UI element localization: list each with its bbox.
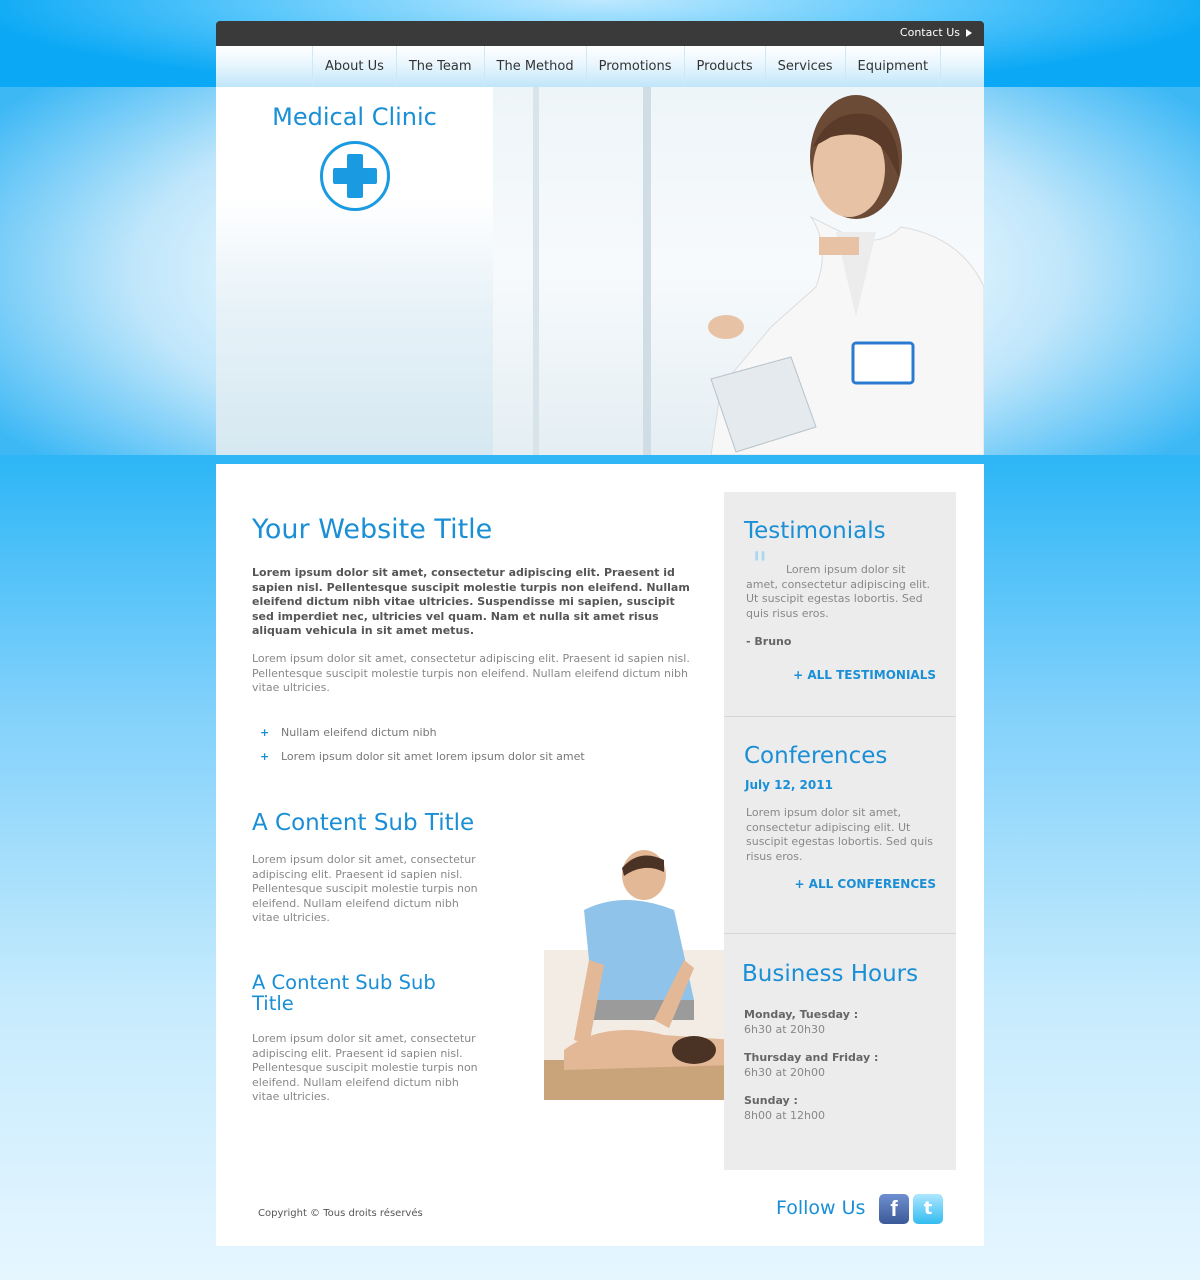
nav-item-promotions[interactable]: Promotions bbox=[587, 46, 685, 87]
contact-us-link[interactable]: Contact Us bbox=[900, 26, 972, 39]
brand-panel: Medical Clinic bbox=[216, 87, 493, 455]
hours-day: Sunday : bbox=[744, 1094, 798, 1107]
sub-sub-paragraph: Lorem ipsum dolor sit amet, consectetur … bbox=[252, 1032, 478, 1103]
content-sub-sub-title: A Content Sub Sub Title bbox=[252, 971, 436, 1015]
hours-day: Thursday and Friday : bbox=[744, 1051, 879, 1064]
business-hours-section: Business Hours Monday, Tuesday : 6h30 at… bbox=[724, 934, 956, 1170]
nav-menu: About Us The Team The Method Promotions … bbox=[312, 46, 942, 87]
site-logo-text[interactable]: Medical Clinic bbox=[216, 103, 493, 131]
conferences-section: Conferences July 12, 2011 Lorem ipsum do… bbox=[724, 717, 956, 934]
doctor-photo bbox=[708, 95, 984, 455]
hours-day: Monday, Tuesday : bbox=[744, 1008, 859, 1021]
copyright-text: Copyright © Tous droits réservés bbox=[258, 1208, 423, 1219]
play-arrow-icon bbox=[966, 29, 972, 37]
nav-item-the-method[interactable]: The Method bbox=[485, 46, 587, 87]
sub-paragraph: Lorem ipsum dolor sit amet, consectetur … bbox=[252, 853, 478, 924]
nav-item-services[interactable]: Services bbox=[766, 46, 846, 87]
page-title: Your Website Title bbox=[252, 514, 493, 545]
all-testimonials-link[interactable]: + ALL TESTIMONIALS bbox=[793, 668, 936, 682]
medical-cross-icon bbox=[320, 141, 390, 211]
conference-text: Lorem ipsum dolor sit amet, consectetur … bbox=[746, 806, 933, 863]
business-hours-heading: Business Hours bbox=[742, 961, 919, 987]
contact-us-label: Contact Us bbox=[899, 26, 960, 39]
list-item: + Nullam eleifend dictum nibh bbox=[260, 726, 585, 750]
nav-item-equipment[interactable]: Equipment bbox=[846, 46, 942, 87]
main-navigation: About Us The Team The Method Promotions … bbox=[216, 46, 984, 87]
nav-item-about-us[interactable]: About Us bbox=[313, 46, 397, 87]
nav-item-the-team[interactable]: The Team bbox=[397, 46, 485, 87]
testimonials-section: Testimonials " Lorem ipsum dolor sit ame… bbox=[724, 492, 956, 717]
twitter-icon[interactable]: t bbox=[913, 1194, 943, 1224]
content-panel: Your Website Title Lorem ipsum dolor sit… bbox=[216, 464, 984, 1246]
hours-list: Monday, Tuesday : 6h30 at 20h30 Thursday… bbox=[744, 1008, 944, 1137]
testimonial-author: - Bruno bbox=[746, 635, 792, 648]
bullet-list: + Nullam eleifend dictum nibh + Lorem ipsu… bbox=[260, 726, 585, 774]
massage-therapy-photo bbox=[544, 850, 736, 1100]
content-sub-title: A Content Sub Title bbox=[252, 810, 475, 836]
testimonial-quote: Lorem ipsum dolor sit amet, consectetur … bbox=[746, 563, 931, 620]
conferences-heading: Conferences bbox=[744, 743, 888, 769]
testimonials-heading: Testimonials bbox=[744, 518, 886, 544]
hours-time: 8h00 at 12h00 bbox=[744, 1109, 825, 1122]
plus-icon: + bbox=[260, 726, 270, 739]
sidebar: Testimonials " Lorem ipsum dolor sit ame… bbox=[724, 492, 956, 1170]
all-conferences-link[interactable]: + ALL CONFERENCES bbox=[794, 877, 936, 891]
hours-time: 6h30 at 20h00 bbox=[744, 1066, 825, 1079]
list-item: + Lorem ipsum dolor sit amet lorem ipsum … bbox=[260, 750, 585, 774]
list-item-text: Lorem ipsum dolor sit amet lorem ipsum d… bbox=[281, 750, 585, 763]
lead-paragraph: Lorem ipsum dolor sit amet, consectetur … bbox=[252, 566, 690, 637]
hero-banner: Medical Clinic bbox=[216, 87, 984, 455]
top-bar: Contact Us bbox=[216, 21, 984, 46]
nav-item-products[interactable]: Products bbox=[685, 46, 766, 87]
body-paragraph: Lorem ipsum dolor sit amet, consectetur … bbox=[252, 652, 690, 694]
list-item-text: Nullam eleifend dictum nibh bbox=[281, 726, 437, 739]
conference-date: July 12, 2011 bbox=[745, 778, 833, 792]
hours-time: 6h30 at 20h30 bbox=[744, 1023, 825, 1036]
plus-icon: + bbox=[260, 750, 270, 763]
follow-us-label: Follow Us bbox=[776, 1197, 866, 1219]
facebook-icon[interactable]: f bbox=[879, 1194, 909, 1224]
